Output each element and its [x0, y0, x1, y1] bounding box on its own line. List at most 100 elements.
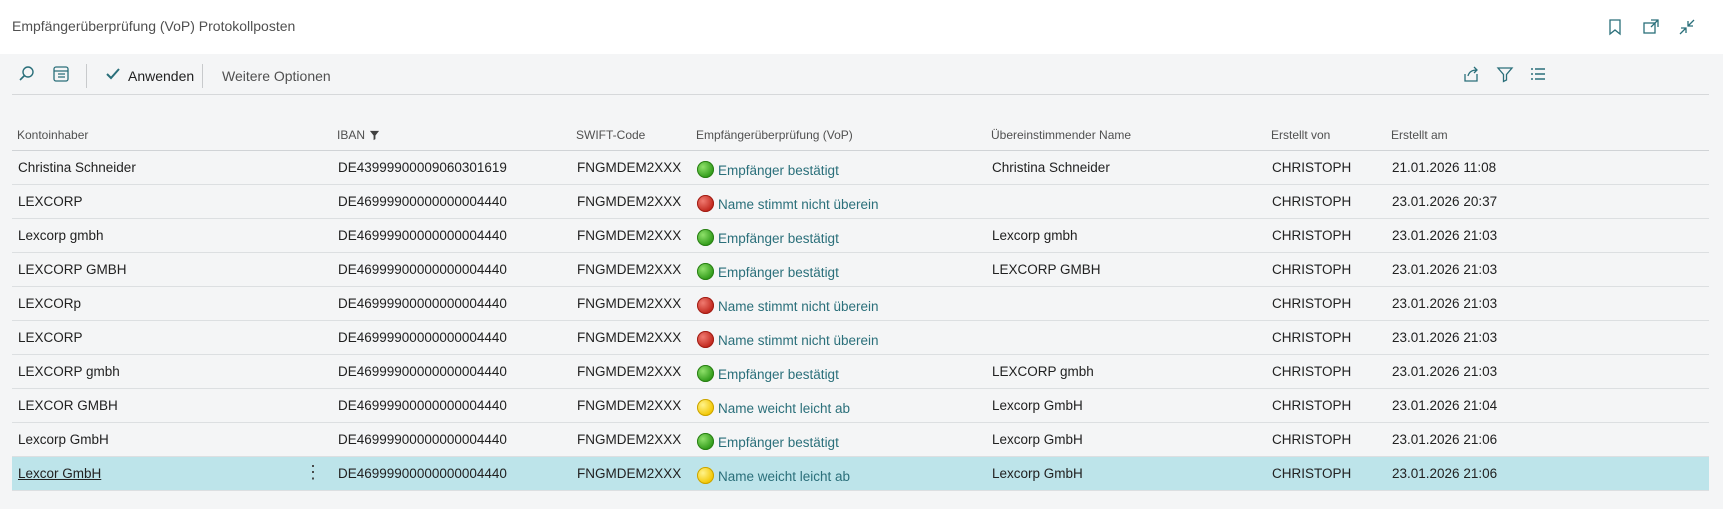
cell-vop-status[interactable]: Empfänger bestätigt	[697, 364, 839, 382]
cell-created-by: CHRISTOPH	[1272, 262, 1352, 277]
list-view-button[interactable]	[1529, 63, 1547, 89]
cell-swift: FNGMDEM2XXX	[577, 432, 682, 447]
table-row[interactable]: Lexcorp gmbh DE46999900000000004440 FNGMDE…	[12, 219, 1709, 253]
status-indicator-icon	[697, 229, 714, 246]
vop-status-text: Name stimmt nicht überein	[718, 197, 879, 212]
cell-created-at: 23.01.2026 20:37	[1392, 194, 1498, 209]
status-indicator-icon	[697, 297, 714, 314]
vop-status-text: Name weicht leicht ab	[718, 469, 851, 484]
filter-icon	[1496, 65, 1514, 88]
cell-created-at: 23.01.2026 21:03	[1392, 262, 1498, 277]
vop-status-text: Empfänger bestätigt	[718, 163, 839, 178]
bookmark-icon[interactable]	[1597, 16, 1633, 38]
column-header-vop[interactable]: Empfängerüberprüfung (VoP)	[696, 128, 853, 142]
cell-created-at: 23.01.2026 21:06	[1392, 432, 1498, 447]
filter-button[interactable]	[1496, 63, 1514, 89]
cell-kontoinhaber[interactable]: Lexcorp GmbH	[18, 432, 109, 447]
cell-created-by: CHRISTOPH	[1272, 398, 1352, 413]
cell-matched-name: Lexcorp gmbh	[992, 228, 1078, 243]
page-header: Empfängerüberprüfung (VoP) Protokollpost…	[0, 0, 1723, 54]
more-options-label: Weitere Optionen	[222, 68, 331, 84]
column-filter-icon	[369, 130, 380, 140]
status-indicator-icon	[697, 161, 714, 178]
cell-kontoinhaber[interactable]: LEXCOR GMBH	[18, 398, 118, 413]
cell-vop-status[interactable]: Empfänger bestätigt	[697, 432, 839, 450]
column-header-iban[interactable]: IBAN	[337, 128, 380, 142]
toolbar-divider	[86, 64, 87, 88]
cell-iban: DE46999900000000004440	[338, 466, 507, 481]
cell-created-by: CHRISTOPH	[1272, 466, 1352, 481]
cell-vop-status[interactable]: Name stimmt nicht überein	[697, 194, 879, 212]
share-button[interactable]	[1462, 63, 1480, 89]
cell-kontoinhaber[interactable]: Lexcorp gmbh	[18, 228, 104, 243]
cell-iban: DE46999900000000004440	[338, 262, 507, 277]
cell-kontoinhaber[interactable]: LEXCORP	[18, 330, 83, 345]
vop-status-text: Empfänger bestätigt	[718, 231, 839, 246]
cell-created-at: 23.01.2026 21:03	[1392, 330, 1498, 345]
cell-matched-name: Lexcorp GmbH	[992, 466, 1083, 481]
edit-list-button[interactable]	[52, 63, 70, 89]
cell-swift: FNGMDEM2XXX	[577, 330, 682, 345]
search-button[interactable]	[18, 63, 36, 89]
table-row[interactable]: Lexcorp GmbH DE46999900000000004440 FNGMDE…	[12, 423, 1709, 457]
cell-swift: FNGMDEM2XXX	[577, 160, 682, 175]
cell-vop-status[interactable]: Empfänger bestätigt	[697, 228, 839, 246]
status-indicator-icon	[697, 331, 714, 348]
toolbar-divider	[202, 64, 203, 88]
table-row[interactable]: LEXCOR GMBH DE46999900000000004440 FNGMDEM…	[12, 389, 1709, 423]
cell-created-at: 21.01.2026 11:08	[1392, 160, 1497, 175]
cell-created-by: CHRISTOPH	[1272, 228, 1352, 243]
cell-created-by: CHRISTOPH	[1272, 432, 1352, 447]
status-indicator-icon	[697, 195, 714, 212]
cell-matched-name: Lexcorp GmbH	[992, 432, 1083, 447]
vop-status-text: Empfänger bestätigt	[718, 367, 839, 382]
cell-matched-name: LEXCORP GMBH	[992, 262, 1101, 277]
cell-created-by: CHRISTOPH	[1272, 160, 1352, 175]
table-row[interactable]: LEXCORP GMBH DE46999900000000004440 FNGMDE…	[12, 253, 1709, 287]
cell-vop-status[interactable]: Name stimmt nicht überein	[697, 330, 879, 348]
table-row[interactable]: LEXCORP gmbh DE46999900000000004440 FNGMDE…	[12, 355, 1709, 389]
cell-vop-status[interactable]: Name weicht leicht ab	[697, 398, 850, 416]
cell-iban: DE46999900000000004440	[338, 194, 507, 209]
list-view-icon	[1529, 65, 1547, 88]
column-header-created-at[interactable]: Erstellt am	[1391, 128, 1448, 142]
cell-vop-status[interactable]: Name stimmt nicht überein	[697, 296, 879, 314]
cell-created-by: CHRISTOPH	[1272, 296, 1352, 311]
table-row[interactable]: Christina Schneider DE4399990000906030161…	[12, 151, 1709, 185]
table-row[interactable]: Lexcor GmbH ⋮ DE46999900000000004440 FNGMDE…	[12, 457, 1709, 491]
cell-matched-name: Lexcorp GmbH	[992, 398, 1083, 413]
open-new-window-icon[interactable]	[1633, 16, 1669, 38]
more-actions-icon[interactable]: ⋮	[304, 462, 322, 483]
table-header: Kontoinhaber IBAN SWIFT-Code Empfängerüb…	[12, 124, 1709, 151]
search-icon	[18, 65, 36, 88]
cell-kontoinhaber[interactable]: LEXCORP gmbh	[18, 364, 120, 379]
column-header-created-by[interactable]: Erstellt von	[1271, 128, 1330, 142]
column-header-matched-name[interactable]: Übereinstimmender Name	[991, 128, 1131, 142]
collapse-icon[interactable]	[1669, 16, 1705, 38]
cell-swift: FNGMDEM2XXX	[577, 194, 682, 209]
checkmark-icon	[104, 65, 122, 88]
cell-kontoinhaber[interactable]: LEXCORP GMBH	[18, 262, 127, 277]
cell-vop-status[interactable]: Empfänger bestätigt	[697, 160, 839, 178]
column-header-swift[interactable]: SWIFT-Code	[576, 128, 645, 142]
cell-kontoinhaber[interactable]: LEXCORP	[18, 194, 83, 209]
table-row[interactable]: LEXCORP DE46999900000000004440 FNGMDEM2XXX…	[12, 321, 1709, 355]
apply-button[interactable]: Anwenden	[104, 63, 194, 89]
cell-vop-status[interactable]: Empfänger bestätigt	[697, 262, 839, 280]
edit-list-icon	[52, 65, 70, 88]
cell-kontoinhaber[interactable]: LEXCORp	[18, 296, 81, 311]
page-title: Empfängerüberprüfung (VoP) Protokollpost…	[12, 18, 296, 34]
column-header-kontoinhaber[interactable]: Kontoinhaber	[17, 128, 88, 142]
table-row[interactable]: LEXCORP DE46999900000000004440 FNGMDEM2XXX…	[12, 185, 1709, 219]
cell-kontoinhaber[interactable]: Lexcor GmbH	[18, 466, 101, 481]
cell-iban: DE46999900000000004440	[338, 432, 507, 447]
cell-vop-status[interactable]: Name weicht leicht ab	[697, 466, 851, 484]
table-row[interactable]: LEXCORp DE46999900000000004440 FNGMDEM2XXX…	[12, 287, 1709, 321]
more-options-button[interactable]: Weitere Optionen	[222, 63, 331, 89]
cell-iban: DE43999900009060301619	[338, 160, 507, 175]
cell-matched-name: LEXCORP gmbh	[992, 364, 1094, 379]
cell-swift: FNGMDEM2XXX	[577, 466, 682, 481]
cell-iban: DE46999900000000004440	[338, 398, 507, 413]
cell-kontoinhaber[interactable]: Christina Schneider	[18, 160, 136, 175]
cell-created-at: 23.01.2026 21:03	[1392, 228, 1498, 243]
